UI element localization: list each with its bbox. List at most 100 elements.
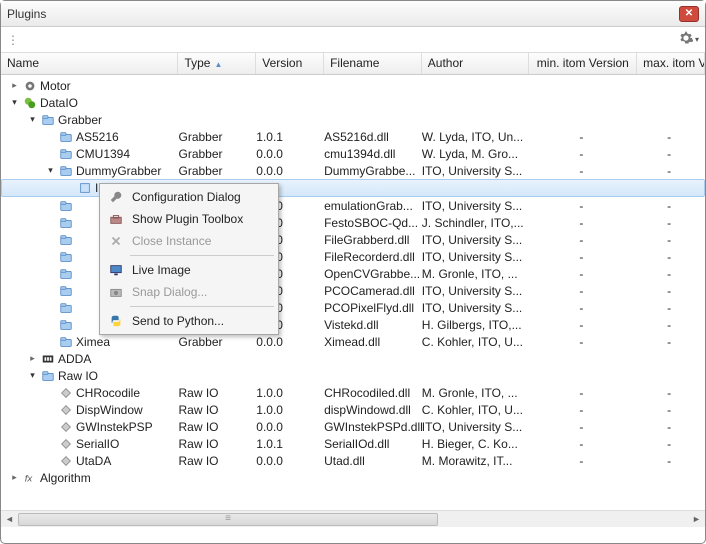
menu-label: Send to Python... <box>132 314 224 328</box>
row-name: Ximea <box>76 335 110 349</box>
tree-row[interactable]: ▸GWInstekPSPRaw IO0.0.0GWInstekPSPd.dllI… <box>1 418 705 435</box>
cell-auth: C. Kohler, ITO, U... <box>422 403 530 417</box>
folder-icon <box>58 198 73 213</box>
menu-item[interactable]: Show Plugin Toolbox <box>102 208 276 230</box>
cell-file: FileGrabberd.dll <box>324 233 422 247</box>
tree-row[interactable]: ▸CHRocodileRaw IO1.0.0CHRocodiled.dllM. … <box>1 384 705 401</box>
cell-type: Grabber <box>178 130 256 144</box>
cell-auth: J. Schindler, ITO,... <box>422 216 530 230</box>
title-bar: Plugins ✕ <box>1 1 705 27</box>
cell-min: - <box>529 130 637 144</box>
scroll-right-icon[interactable]: ► <box>688 512 705 527</box>
row-name: ADDA <box>58 352 91 366</box>
cell-max: - <box>637 216 705 230</box>
folder-icon <box>58 249 73 264</box>
expander-icon[interactable]: ▸ <box>27 353 38 364</box>
row-name: DispWindow <box>76 403 143 417</box>
menu-separator <box>130 306 274 307</box>
cell-min: - <box>529 437 637 451</box>
row-name: Raw IO <box>58 369 98 383</box>
folder-icon <box>58 283 73 298</box>
expander-icon[interactable]: ▸ <box>9 472 20 483</box>
cell-min: - <box>529 284 637 298</box>
cell-type: Raw IO <box>178 420 256 434</box>
col-author[interactable]: Author <box>422 53 530 74</box>
tree-row[interactable]: ▸ ADDA <box>1 350 705 367</box>
cell-file: CHRocodiled.dll <box>324 386 422 400</box>
scroll-left-icon[interactable]: ◄ <box>1 512 18 527</box>
cell-file: GWInstekPSPd.dll <box>324 420 422 434</box>
cell-auth: W. Lyda, ITO, Un... <box>422 130 530 144</box>
tree-row[interactable]: ▾DummyGrabberGrabber0.0.0DummyGrabbe...I… <box>1 162 705 179</box>
horizontal-scrollbar[interactable]: ◄ ► <box>1 510 705 527</box>
folder-icon <box>58 146 73 161</box>
cell-ver: 1.0.1 <box>256 130 324 144</box>
folder-icon <box>40 368 55 383</box>
scroll-thumb[interactable] <box>18 513 438 526</box>
cell-min: - <box>529 164 637 178</box>
folder-icon <box>58 129 73 144</box>
col-name[interactable]: Name <box>1 53 178 74</box>
tree-row[interactable]: ▾ Raw IO <box>1 367 705 384</box>
folder-icon <box>58 232 73 247</box>
tree-row[interactable]: ▸AS5216Grabber1.0.1AS5216d.dllW. Lyda, I… <box>1 128 705 145</box>
cell-ver: 0.0.0 <box>256 420 324 434</box>
dataio-icon <box>22 95 37 110</box>
chevron-down-icon: ▾ <box>695 35 699 44</box>
menu-item[interactable]: Live Image <box>102 259 276 281</box>
cell-max: - <box>637 164 705 178</box>
tree-body[interactable]: ▸Motor▾DataIO▾Grabber▸AS5216Grabber1.0.1… <box>1 75 705 527</box>
cell-file: DummyGrabbe... <box>324 164 422 178</box>
folder-icon <box>58 334 73 349</box>
cell-min: - <box>529 267 637 281</box>
cell-min: - <box>529 147 637 161</box>
scroll-track[interactable] <box>18 512 688 527</box>
sort-indicator-icon: ▲ <box>214 60 222 69</box>
cell-ver: 1.0.0 <box>256 386 324 400</box>
cell-type: Grabber <box>178 335 256 349</box>
col-version[interactable]: Version <box>256 53 324 74</box>
rawio-icon <box>58 402 73 417</box>
cell-file: Vistekd.dll <box>324 318 422 332</box>
expander-icon[interactable]: ▾ <box>27 370 38 381</box>
cell-file: PCOCamerad.dll <box>324 284 422 298</box>
cell-min: - <box>529 420 637 434</box>
row-name: AS5216 <box>76 130 119 144</box>
cell-min: - <box>529 233 637 247</box>
expander-icon[interactable]: ▸ <box>9 80 20 91</box>
menu-item[interactable]: Send to Python... <box>102 310 276 332</box>
tree-row[interactable]: ▾DataIO <box>1 94 705 111</box>
cell-min: - <box>529 301 637 315</box>
close-button[interactable]: ✕ <box>679 6 699 22</box>
tree-row[interactable]: ▸Motor <box>1 77 705 94</box>
expander-icon[interactable]: ▾ <box>9 97 20 108</box>
toolbar: ⋮ ▾ <box>1 27 705 53</box>
cell-min: - <box>529 216 637 230</box>
tree-row[interactable]: ▸CMU1394Grabber0.0.0cmu1394d.dllW. Lyda,… <box>1 145 705 162</box>
cell-max: - <box>637 250 705 264</box>
cell-file: Ximead.dll <box>324 335 422 349</box>
settings-button[interactable]: ▾ <box>679 30 699 50</box>
tree-row[interactable]: ▸UtaDARaw IO0.0.0Utad.dllM. Morawitz, IT… <box>1 452 705 469</box>
cell-min: - <box>529 199 637 213</box>
menu-item[interactable]: Configuration Dialog <box>102 186 276 208</box>
column-header: Name Type▲ Version Filename Author min. … <box>1 53 705 75</box>
tree-row[interactable]: ▸fxAlgorithm <box>1 469 705 486</box>
col-min-version[interactable]: min. itom Version <box>529 53 637 74</box>
expander-icon[interactable]: ▾ <box>27 114 38 125</box>
col-filename[interactable]: Filename <box>324 53 422 74</box>
context-menu: Configuration DialogShow Plugin ToolboxC… <box>99 183 279 335</box>
menu-label: Snap Dialog... <box>132 285 207 299</box>
col-max-version[interactable]: max. itom V <box>637 53 705 74</box>
svg-text:fx: fx <box>24 473 33 484</box>
cell-min: - <box>529 318 637 332</box>
cell-auth: H. Gilbergs, ITO,... <box>422 318 530 332</box>
tree-row[interactable]: ▸DispWindowRaw IO1.0.0dispWindowd.dllC. … <box>1 401 705 418</box>
tree-row[interactable]: ▾Grabber <box>1 111 705 128</box>
col-type[interactable]: Type▲ <box>178 53 256 74</box>
tree-row[interactable]: ▸XimeaGrabber0.0.0Ximead.dllC. Kohler, I… <box>1 333 705 350</box>
motor-icon <box>22 78 37 93</box>
expander-icon[interactable]: ▾ <box>45 165 56 176</box>
menu-label: Show Plugin Toolbox <box>132 212 243 226</box>
tree-row[interactable]: ▸SerialIORaw IO1.0.1SerialIOd.dllH. Bieg… <box>1 435 705 452</box>
